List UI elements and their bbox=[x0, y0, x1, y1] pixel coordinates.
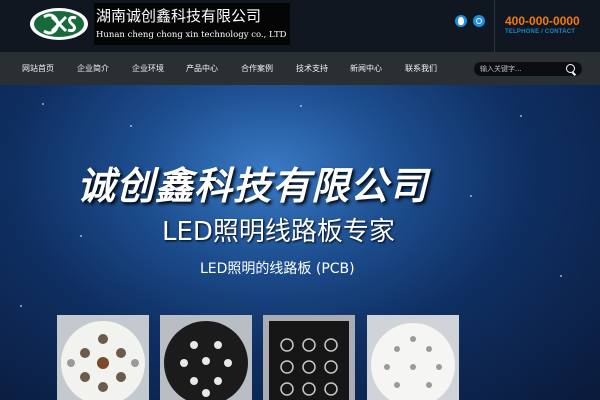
star-decoration bbox=[42, 103, 44, 105]
star-decoration bbox=[560, 275, 562, 277]
nav-item-home[interactable]: 网站首页 bbox=[22, 63, 54, 74]
white-round-pcb-icon bbox=[367, 315, 459, 400]
star-decoration bbox=[520, 115, 522, 117]
weibo-icon[interactable] bbox=[473, 15, 485, 27]
banner-subheadline: LED照明线路板专家 bbox=[162, 217, 395, 247]
search-icon[interactable] bbox=[566, 64, 575, 73]
company-name-en: Hunan cheng chong xin technology co., LT… bbox=[96, 30, 287, 40]
black-round-pcb-icon bbox=[160, 315, 252, 400]
pcb-board-image[interactable] bbox=[57, 315, 149, 400]
star-decoration bbox=[20, 305, 22, 307]
search-box bbox=[474, 62, 582, 76]
cxs-logo-icon bbox=[43, 13, 77, 35]
nav-item-products[interactable]: 产品中心 bbox=[186, 63, 218, 74]
nav-item-environment[interactable]: 企业环境 bbox=[132, 63, 164, 74]
nav-item-support[interactable]: 技术支持 bbox=[296, 63, 328, 74]
star-decoration bbox=[470, 195, 472, 197]
company-name-block: 湖南诚创鑫科技有限公司 Hunan cheng chong xin techno… bbox=[94, 3, 290, 45]
logo-badge bbox=[34, 11, 84, 37]
nav-item-cases[interactable]: 合作案例 bbox=[241, 63, 273, 74]
nav-item-news[interactable]: 新闻中心 bbox=[350, 63, 382, 74]
banner-caption: LED照明的线路板 (PCB) bbox=[200, 261, 355, 277]
star-decoration bbox=[130, 125, 132, 127]
header-divider bbox=[494, 0, 495, 52]
banner-headline: 诚创鑫科技有限公司 bbox=[77, 164, 429, 208]
star-decoration bbox=[300, 105, 302, 107]
company-name-cn: 湖南诚创鑫科技有限公司 bbox=[96, 7, 262, 25]
nav-item-about[interactable]: 企业简介 bbox=[77, 63, 109, 74]
white-round-pcb-icon bbox=[57, 315, 149, 400]
pcb-board-image[interactable] bbox=[263, 315, 355, 400]
phone-number: 400-000-0000 bbox=[505, 14, 580, 28]
black-square-pcb-icon bbox=[263, 315, 355, 400]
header-bar: 湖南诚创鑫科技有限公司 Hunan cheng chong xin techno… bbox=[0, 0, 600, 52]
star-decoration bbox=[80, 235, 82, 237]
hero-banner: 诚创鑫科技有限公司 LED照明线路板专家 LED照明的线路板 (PCB) bbox=[0, 85, 600, 400]
search-input[interactable] bbox=[480, 62, 560, 76]
qq-icon[interactable] bbox=[455, 15, 467, 27]
pcb-board-image[interactable] bbox=[367, 315, 459, 400]
pcb-board-image[interactable] bbox=[160, 315, 252, 400]
company-logo[interactable] bbox=[30, 8, 88, 40]
phone-caption: TELPHONE / CONTACT bbox=[505, 29, 576, 35]
nav-item-contact[interactable]: 联系我们 bbox=[405, 63, 437, 74]
